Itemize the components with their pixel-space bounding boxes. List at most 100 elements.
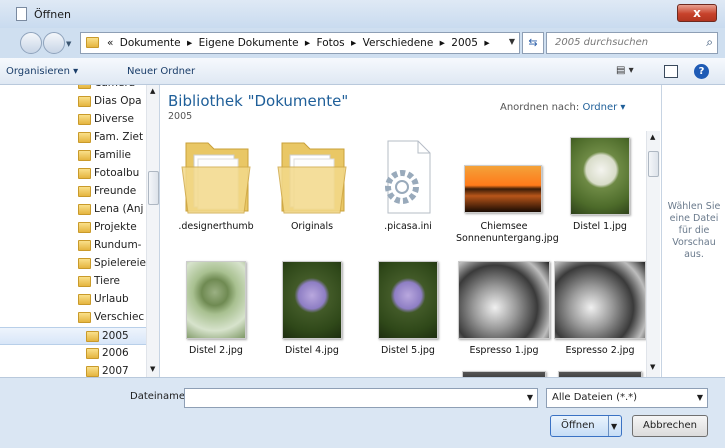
address-bar[interactable]: « Dokumente ▸ Eigene Dokumente ▸ Fotos ▸… [80, 32, 520, 54]
scroll-down-icon[interactable]: ▼ [150, 365, 155, 373]
breadcrumb-dokumente[interactable]: Dokumente [120, 37, 181, 49]
breadcrumb-eigene-dokumente[interactable]: Eigene Dokumente [199, 37, 299, 49]
close-button[interactable]: x [677, 4, 717, 22]
navigation-bar: ▼ « Dokumente ▸ Eigene Dokumente ▸ Fotos… [0, 28, 725, 58]
breadcrumb-overflow[interactable]: « [107, 37, 113, 49]
tree-item[interactable]: Fam. Ziet [0, 129, 146, 147]
refresh-button[interactable]: ⇆ [522, 32, 544, 54]
file-name: Originals [290, 221, 334, 232]
folder-icon [86, 37, 99, 48]
folder-icon [78, 132, 91, 143]
breadcrumb-separator[interactable]: ▸ [305, 37, 310, 49]
tree-item[interactable]: Diverse [0, 111, 146, 129]
cancel-button[interactable]: Abbrechen [632, 415, 708, 437]
folder-icon [78, 85, 91, 89]
filename-dropdown-icon[interactable]: ▼ [527, 393, 533, 402]
scroll-up-icon[interactable]: ▲ [650, 133, 655, 141]
file-item[interactable]: .picasa.ini [360, 137, 456, 257]
file-item[interactable]: .designerthumb [168, 137, 264, 257]
file-item[interactable]: Originals [264, 137, 360, 257]
breadcrumb-separator[interactable]: ▸ [484, 37, 489, 49]
tree-item[interactable]: 2006 [0, 345, 146, 363]
folder-icon [78, 294, 91, 305]
breadcrumb-verschiedene[interactable]: Verschiedene [363, 37, 434, 49]
breadcrumb-separator[interactable]: ▸ [440, 37, 445, 49]
search-input[interactable]: 2005 durchsuchen ⌕ [546, 32, 718, 54]
tree-item[interactable]: Projekte [0, 219, 146, 237]
preview-pane-button[interactable] [664, 65, 678, 78]
library-subtitle: 2005 [168, 111, 193, 122]
open-button-label: Öffnen [561, 420, 595, 431]
folder-icon [78, 276, 91, 287]
breadcrumb-2005[interactable]: 2005 [451, 37, 478, 49]
history-dropdown-icon[interactable]: ▼ [66, 40, 71, 48]
filename-input[interactable]: ▼ [184, 388, 538, 408]
photo-thumbnail [554, 261, 646, 339]
tree-item[interactable]: Urlaub [0, 291, 146, 309]
arrange-dropdown[interactable]: Ordner ▾ [582, 102, 625, 113]
view-options-icon[interactable]: ▤ ▾ [616, 65, 634, 76]
open-button[interactable]: Öffnen ▼ [550, 415, 622, 437]
file-list: Bibliothek "Dokumente" 2005 Anordnen nac… [160, 85, 661, 377]
address-dropdown-icon[interactable]: ▼ [509, 37, 515, 46]
help-button[interactable]: ? [694, 64, 709, 79]
file-name: Espresso 2.jpg [565, 345, 635, 356]
breadcrumb: « Dokumente ▸ Eigene Dokumente ▸ Fotos ▸… [107, 37, 493, 49]
breadcrumb-separator[interactable]: ▸ [351, 37, 356, 49]
folder-icon [78, 186, 91, 197]
back-button[interactable] [20, 32, 42, 54]
scroll-down-icon[interactable]: ▼ [650, 363, 655, 371]
tree-item-label: Rundum- [94, 239, 142, 251]
file-name: Distel 4.jpg [285, 345, 339, 356]
document-icon [16, 7, 27, 21]
filetype-select[interactable]: Alle Dateien (*.*) ▼ [546, 388, 708, 408]
folder-icon [78, 222, 91, 233]
tree-item[interactable]: Tiere [0, 273, 146, 291]
search-icon[interactable]: ⌕ [706, 35, 713, 50]
file-item[interactable]: Distel 2.jpg [168, 261, 264, 377]
scroll-up-icon[interactable]: ▲ [150, 87, 155, 95]
tree-item[interactable]: Rundum- [0, 237, 146, 255]
file-name: .designerthumb [178, 221, 254, 232]
file-item[interactable]: Chiemsee Sonnenuntergang.jpg [456, 137, 559, 257]
split-divider [608, 416, 609, 436]
tree-item[interactable]: Lena (Anj [0, 201, 146, 219]
tree-item[interactable]: 2007 [0, 363, 146, 377]
photo-thumbnail [378, 261, 438, 339]
folder-icon [78, 240, 91, 251]
file-list-scrollbar[interactable]: ▲ ▼ [646, 131, 660, 377]
preview-pane: Wählen Sie eine Datei für die Vorschau a… [661, 85, 725, 377]
photo-thumbnail [458, 261, 550, 339]
tree-item[interactable]: Familie [0, 147, 146, 165]
new-folder-button[interactable]: Neuer Ordner [127, 66, 195, 77]
tree-item[interactable]: Fotoalbu [0, 165, 146, 183]
forward-button[interactable] [43, 32, 65, 54]
scrollbar-thumb[interactable] [148, 171, 159, 205]
tree-item[interactable]: Spielereie [0, 255, 146, 273]
breadcrumb-separator[interactable]: ▸ [187, 37, 192, 49]
file-item[interactable]: Distel 5.jpg [360, 261, 456, 377]
file-item[interactable]: Distel 4.jpg [264, 261, 360, 377]
filetype-dropdown-icon[interactable]: ▼ [697, 393, 703, 402]
tree-item[interactable]: 2005 [0, 327, 146, 345]
file-item[interactable]: Espresso 1.jpg [456, 261, 552, 377]
tree-scrollbar[interactable]: ▲ ▼ [146, 85, 159, 377]
tree-item-label: Lena (Anj [94, 203, 144, 215]
tree-item[interactable]: Camera [0, 85, 146, 93]
filename-label: Dateiname: [130, 391, 189, 402]
open-options-icon[interactable]: ▼ [611, 422, 617, 431]
tree-item[interactable]: Freunde [0, 183, 146, 201]
folder-icon [181, 142, 251, 214]
tree-item-label: Diverse [94, 113, 134, 125]
file-item[interactable]: Espresso 2.jpg [552, 261, 648, 377]
file-name: Distel 2.jpg [189, 345, 243, 356]
settings-file-icon [385, 140, 431, 214]
breadcrumb-fotos[interactable]: Fotos [317, 37, 345, 49]
folder-tree: Camera Dias Opa Diverse Fam. Ziet Familie Fot… [0, 85, 160, 377]
file-item[interactable]: Distel 1.jpg [552, 137, 648, 257]
organize-button[interactable]: Organisieren ▾ [6, 66, 78, 77]
scrollbar-thumb[interactable] [648, 151, 659, 177]
tree-item-label: Dias Opa [94, 95, 142, 107]
tree-item[interactable]: Dias Opa [0, 93, 146, 111]
tree-item[interactable]: Verschiec [0, 309, 146, 327]
